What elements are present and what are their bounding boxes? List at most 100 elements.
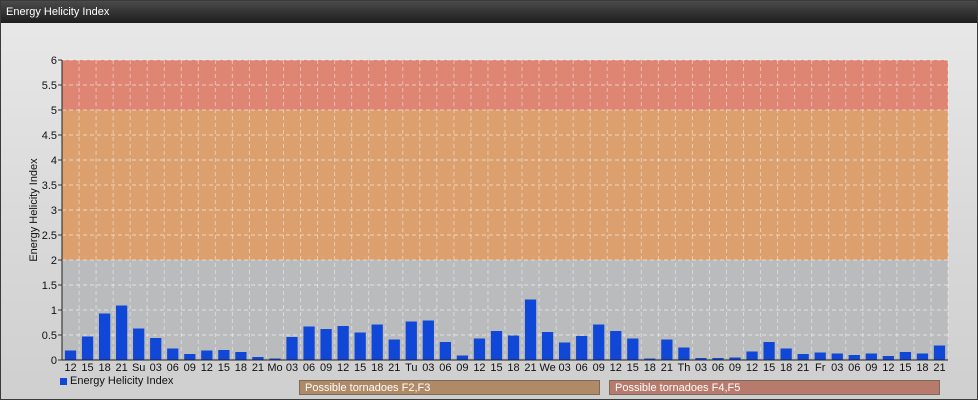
x-tick-label: 18 [916,362,928,374]
x-tick-label: 21 [524,362,536,374]
bar [865,353,877,360]
legend-series-label: Energy Helicity Index [70,375,174,387]
y-tick-label: 6 [51,55,57,67]
x-tick-label: 06 [848,362,860,374]
x-tick-label: 18 [98,362,110,374]
bar [64,350,77,360]
x-tick-label: 12 [337,362,349,374]
x-tick-label: 12 [473,362,485,374]
bar [593,324,605,360]
x-tick-label: 06 [439,362,451,374]
bar [286,337,298,360]
bar [490,331,503,360]
bar [422,320,434,360]
x-tick-label: 21 [116,362,128,374]
y-tick-label: 0.5 [42,330,57,342]
bar [371,324,383,360]
x-tick-label: 09 [320,362,332,374]
x-tick-label: 03 [831,362,843,374]
legend-zone-f2-f3: Possible tornadoes F2,F3 [299,380,600,395]
bar [661,339,673,360]
x-tick-label: 15 [627,362,639,374]
bar [456,355,469,360]
y-tick-label: 3.5 [42,180,57,192]
x-tick-label: 03 [695,362,707,374]
x-tick-label: 03 [150,362,162,374]
y-tick-label: 2 [51,255,57,267]
bar [184,354,196,360]
bar [133,328,145,360]
bar [678,347,690,360]
x-tick-label: 21 [661,362,673,374]
bar [439,342,451,360]
bar [303,326,315,360]
x-tick-label: 12 [201,362,213,374]
bar [337,326,349,360]
bar [218,350,230,360]
legend-series[interactable]: Energy Helicity Index [60,375,173,387]
y-axis-label: Energy Helicity Index [28,158,40,262]
x-tick-label: 18 [780,362,792,374]
bar [746,351,758,360]
y-tick-label: 0 [51,355,57,367]
x-tick-label: 09 [729,362,741,374]
x-tick-label: 09 [184,362,196,374]
bar [814,352,826,360]
bar [610,331,622,360]
x-tick-label: 12 [882,362,894,374]
bar [150,338,162,360]
bar [201,350,213,360]
x-tick-label: 09 [865,362,877,374]
x-tick-label: Fr [815,362,826,374]
x-tick-label: 15 [218,362,230,374]
y-tick-label: 5 [51,105,57,117]
bar [797,354,809,360]
x-tick-label: 15 [354,362,366,374]
bar [167,348,179,360]
x-tick-label: 12 [746,362,758,374]
x-tick-label: 09 [456,362,468,374]
bar [780,348,792,360]
y-tick-label: 2.5 [42,230,57,242]
bar [320,329,332,360]
bar [405,321,417,360]
bar [541,332,554,360]
bar [933,345,946,360]
x-tick-label: Mo [267,362,282,374]
x-tick-label: 21 [797,362,809,374]
x-tick-label: 06 [576,362,588,374]
x-tick-label: 09 [593,362,605,374]
x-tick-label: 06 [167,362,179,374]
x-tick-label: 03 [286,362,298,374]
y-tick-label: 4 [51,155,57,167]
bar [98,313,111,360]
y-tick-label: 1.5 [42,280,57,292]
bar [831,353,843,360]
x-tick-label: 12 [610,362,622,374]
x-tick-label: 03 [559,362,571,374]
x-tick-label: 15 [763,362,775,374]
bar [116,305,128,360]
bar [627,338,639,360]
y-tick-label: 4.5 [42,130,57,142]
x-tick-label: 18 [235,362,247,374]
bar [763,342,775,360]
x-tick-label: 03 [422,362,434,374]
bar [524,299,537,360]
x-tick-label: 21 [388,362,400,374]
x-tick-label: 15 [490,362,502,374]
y-tick-label: 3 [51,205,57,217]
x-tick-label: 06 [712,362,724,374]
x-tick-label: 18 [371,362,383,374]
y-tick-label: 5.5 [42,80,57,92]
x-tick-label: Th [677,362,690,374]
bar [848,355,860,360]
y-tick-label: 1 [51,305,57,317]
bar [507,335,520,360]
x-tick-label: 18 [507,362,519,374]
x-tick-label: Su [132,362,145,374]
x-tick-label: 21 [933,362,945,374]
bar [235,352,247,360]
legend-swatch [60,377,67,385]
x-tick-label: 21 [252,362,264,374]
